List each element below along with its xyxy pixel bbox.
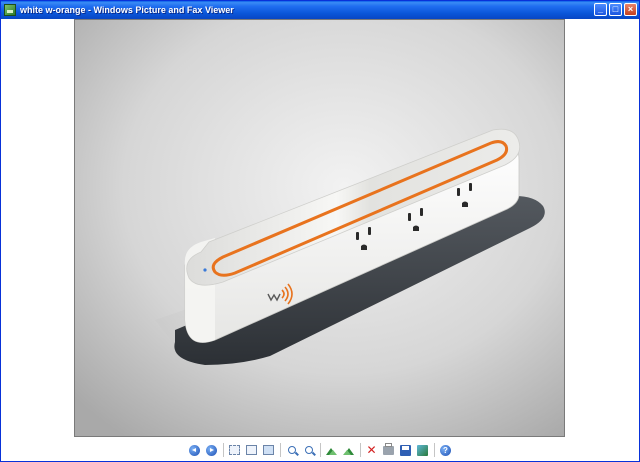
close-icon: × — [627, 4, 634, 14]
delete-button[interactable]: ✕ — [365, 443, 379, 457]
minimize-icon: _ — [597, 4, 603, 14]
zoom-in-button[interactable] — [285, 443, 299, 457]
rotate-counterclockwise-button[interactable] — [342, 443, 356, 457]
zoom-out-button[interactable] — [302, 443, 316, 457]
actual-size-icon — [246, 445, 257, 455]
best-fit-icon — [229, 445, 240, 455]
toolbar-separator — [433, 443, 435, 457]
print-icon — [383, 442, 394, 455]
picture-viewer-window: white w-orange - Windows Picture and Fax… — [0, 0, 640, 462]
edit-button[interactable] — [416, 443, 430, 457]
toolbar-separator — [222, 443, 224, 457]
toolbar-separator — [279, 443, 281, 457]
maximize-icon: □ — [612, 4, 619, 14]
maximize-button[interactable]: □ — [609, 3, 622, 16]
help-button[interactable]: ? — [439, 443, 453, 457]
previous-image-icon — [189, 444, 200, 456]
best-fit-button[interactable] — [228, 443, 242, 457]
print-button[interactable] — [382, 442, 396, 457]
slideshow-button[interactable] — [262, 443, 276, 457]
next-image-icon — [206, 444, 217, 456]
help-icon: ? — [440, 444, 451, 456]
rotate-clockwise-button[interactable] — [325, 443, 339, 457]
window-controls: _ □ × — [594, 3, 637, 16]
rotate-clockwise-icon — [326, 446, 337, 455]
viewer-toolbar: ✕ ? — [1, 439, 639, 461]
toolbar-separator — [359, 443, 361, 457]
copy-to-button[interactable] — [399, 443, 413, 457]
copy-to-icon — [400, 444, 411, 456]
displayed-image — [74, 19, 565, 437]
window-title: white w-orange - Windows Picture and Fax… — [20, 5, 234, 15]
title-bar[interactable]: white w-orange - Windows Picture and Fax… — [1, 1, 639, 19]
minimize-button[interactable]: _ — [594, 3, 607, 16]
image-canvas — [1, 19, 639, 439]
edit-icon — [417, 444, 428, 456]
zoom-in-icon — [287, 446, 296, 454]
picture-viewer-icon — [4, 4, 16, 16]
power-strip-render — [75, 20, 564, 436]
close-button[interactable]: × — [624, 3, 637, 16]
previous-image-button[interactable] — [188, 443, 202, 457]
toolbar-separator — [319, 443, 321, 457]
rotate-counterclockwise-icon — [343, 446, 354, 455]
power-indicator-light — [203, 268, 207, 272]
zoom-out-icon — [304, 446, 313, 454]
delete-icon: ✕ — [366, 443, 377, 457]
slideshow-icon — [263, 445, 274, 455]
next-image-button[interactable] — [205, 443, 219, 457]
actual-size-button[interactable] — [245, 443, 259, 457]
